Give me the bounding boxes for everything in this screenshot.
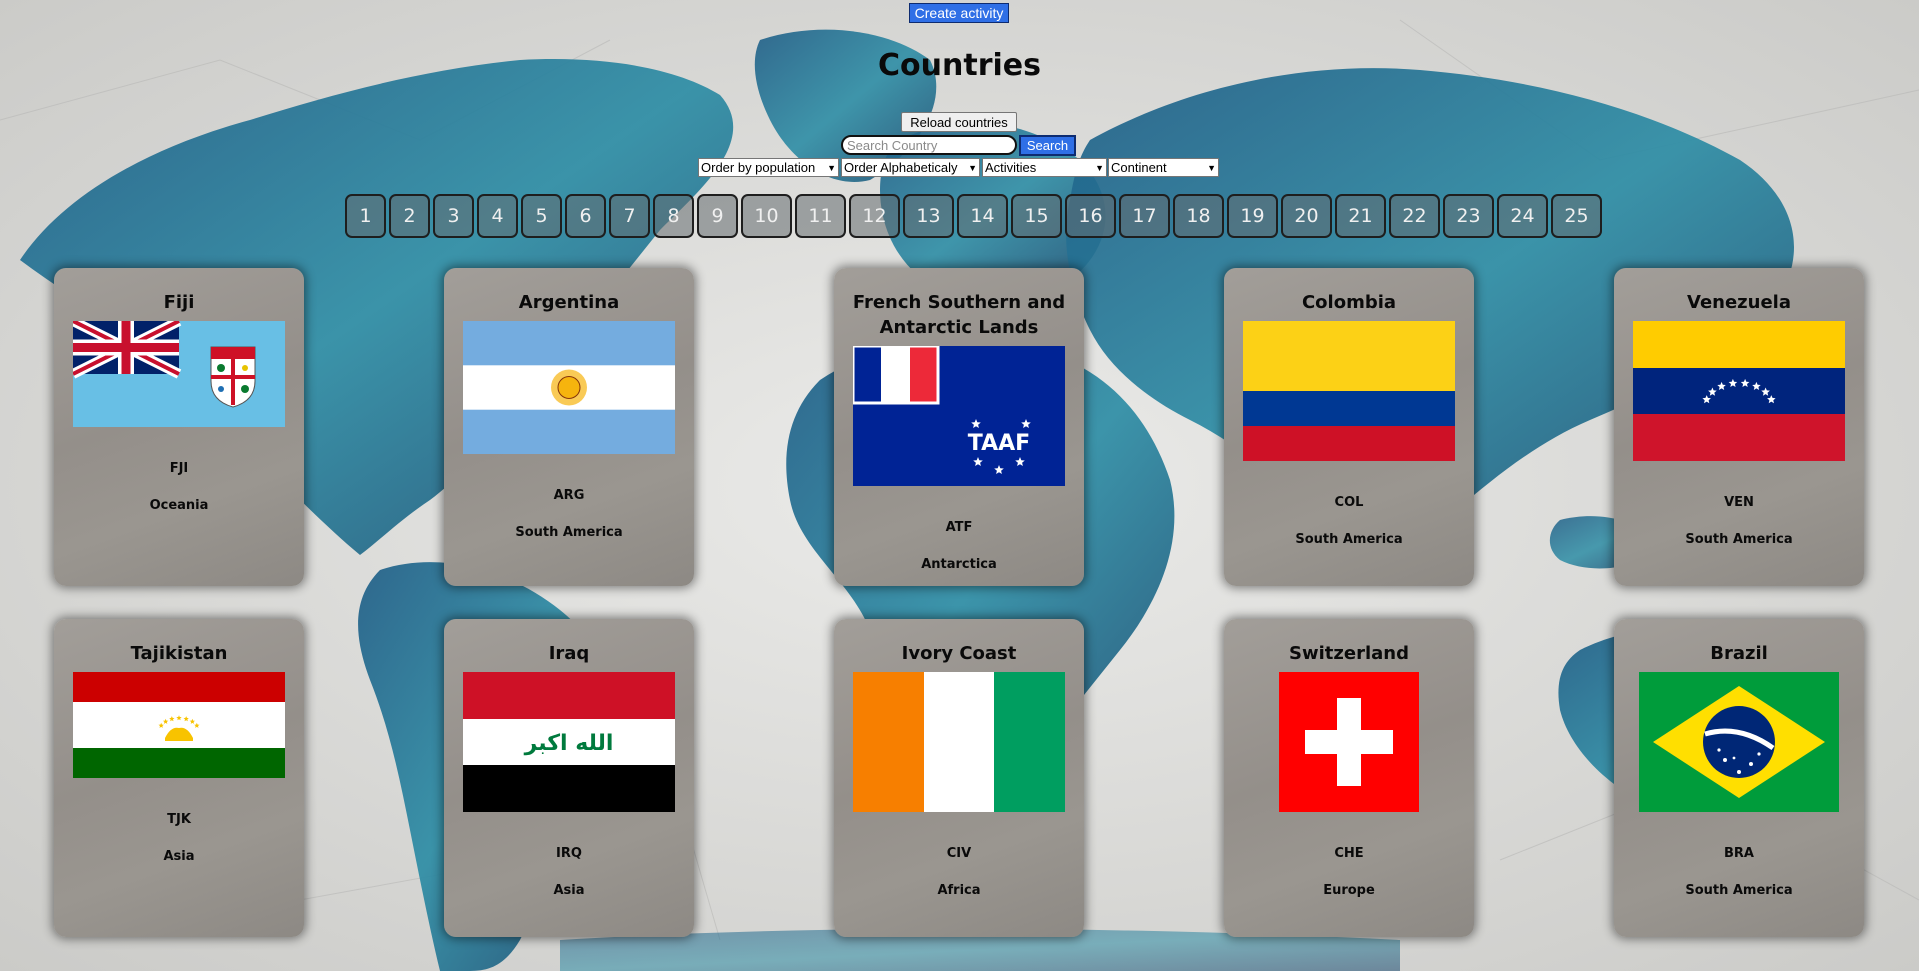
country-card[interactable]: Ivory Coast CIV Africa (834, 619, 1084, 937)
page-button[interactable]: 20 (1281, 194, 1332, 238)
order-alphabetically-value: Order Alphabeticaly (844, 160, 958, 175)
country-name: Iraq (548, 643, 590, 664)
country-code: CHE (1334, 846, 1364, 861)
activities-select[interactable]: Activities ▼ (982, 158, 1107, 177)
country-name: Ivory Coast (901, 643, 1017, 664)
page-button[interactable]: 12 (849, 194, 900, 238)
page-button[interactable]: 13 (903, 194, 954, 238)
chevron-down-icon: ▼ (1207, 162, 1216, 173)
pagination: 1 2 3 4 5 6 7 8 9 10 11 12 13 14 15 16 17 18 19 20 21 22 23 24 2… (345, 194, 1605, 238)
colombia-flag (1243, 321, 1455, 461)
country-continent: Europe (1323, 883, 1375, 898)
page-button[interactable]: 19 (1227, 194, 1278, 238)
country-name: Brazil (1710, 643, 1768, 664)
country-code: ATF (945, 520, 973, 535)
reload-countries-button[interactable]: Reload countries (901, 112, 1017, 132)
country-name: Tajikistan (130, 643, 228, 664)
country-code: ARG (553, 488, 585, 503)
country-name: Switzerland (1289, 643, 1409, 664)
order-by-population-select[interactable]: Order by population ▼ (698, 158, 839, 177)
create-activity-button[interactable]: Create activity (909, 3, 1009, 23)
page-button[interactable]: 6 (565, 194, 606, 238)
country-card[interactable]: Brazil BRA South America (1614, 619, 1864, 937)
order-alphabetically-select[interactable]: Order Alphabeticaly ▼ (841, 158, 980, 177)
search-input[interactable] (841, 135, 1017, 155)
country-continent: Asia (553, 883, 585, 898)
country-continent: South America (1295, 532, 1403, 547)
activities-value: Activities (985, 160, 1037, 175)
page-button[interactable]: 11 (795, 194, 846, 238)
continent-select[interactable]: Continent ▼ (1108, 158, 1219, 177)
page-button[interactable]: 5 (521, 194, 562, 238)
chevron-down-icon: ▼ (827, 162, 836, 173)
country-code: CIV (946, 846, 972, 861)
country-card[interactable]: Colombia COL South America (1224, 268, 1474, 586)
country-continent: Antarctica (921, 557, 997, 572)
country-name: Venezuela (1687, 292, 1791, 313)
country-code: BRA (1724, 846, 1754, 861)
page-button[interactable]: 23 (1443, 194, 1494, 238)
page-button[interactable]: 17 (1119, 194, 1170, 238)
order-by-population-value: Order by population (701, 160, 816, 175)
page-button[interactable]: 24 (1497, 194, 1548, 238)
country-name: Argentina (518, 292, 620, 313)
country-card[interactable]: Tajikistan TJK Asia (54, 619, 304, 937)
switzerland-flag (1279, 672, 1419, 812)
page-button[interactable]: 25 (1551, 194, 1602, 238)
page-button[interactable]: 8 (653, 194, 694, 238)
country-code: VEN (1724, 495, 1754, 510)
chevron-down-icon: ▼ (968, 162, 977, 173)
search-button[interactable]: Search (1019, 135, 1076, 156)
fiji-flag (70, 316, 285, 427)
page-button[interactable]: 10 (741, 194, 792, 238)
page-button[interactable]: 18 (1173, 194, 1224, 238)
country-continent: South America (1685, 883, 1793, 898)
country-card[interactable]: Iraq الله اكبر IRQ Asia (444, 619, 694, 937)
country-code: TJK (167, 812, 191, 827)
continent-value: Continent (1111, 160, 1167, 175)
page-button[interactable]: 21 (1335, 194, 1386, 238)
country-continent: Africa (937, 883, 981, 898)
page-button[interactable]: 22 (1389, 194, 1440, 238)
country-card[interactable]: French Southern and Antarctic Lands TAAF… (834, 268, 1084, 586)
country-continent: South America (1685, 532, 1793, 547)
page-button[interactable]: 14 (957, 194, 1008, 238)
venezuela-flag (1633, 321, 1845, 461)
page-title: Countries (878, 48, 1041, 83)
country-continent: South America (515, 525, 623, 540)
brazil-flag (1639, 672, 1839, 812)
tajikistan-flag (73, 672, 285, 778)
country-name: Colombia (1301, 292, 1397, 313)
svg-text:الله اكبر: الله اكبر (524, 731, 614, 756)
argentina-flag (463, 321, 675, 454)
ivory-coast-flag (853, 672, 1065, 812)
country-card[interactable]: Venezuela VEN South America (1614, 268, 1864, 586)
page-button[interactable]: 7 (609, 194, 650, 238)
country-name: Fiji (163, 292, 195, 313)
page-button[interactable]: 1 (345, 194, 386, 238)
page-button[interactable]: 16 (1065, 194, 1116, 238)
country-code: COL (1334, 495, 1364, 510)
french-southern-lands-flag: TAAF (851, 344, 1065, 486)
chevron-down-icon: ▼ (1095, 162, 1104, 173)
page-button[interactable]: 2 (389, 194, 430, 238)
country-code: FJI (169, 461, 189, 476)
country-card[interactable]: Switzerland CHE Europe (1224, 619, 1474, 937)
page-button[interactable]: 4 (477, 194, 518, 238)
country-code: IRQ (556, 846, 582, 861)
page-button[interactable]: 3 (433, 194, 474, 238)
country-continent: Asia (163, 849, 195, 864)
country-card[interactable]: Fiji FJI Oceania (54, 268, 304, 586)
page-button[interactable]: 9 (697, 194, 738, 238)
page-button[interactable]: 15 (1011, 194, 1062, 238)
countries-page: Create activity Countries Reload countri… (0, 0, 1919, 971)
svg-text:TAAF: TAAF (968, 431, 1030, 456)
country-continent: Oceania (149, 498, 209, 513)
iraq-flag: الله اكبر (463, 672, 675, 812)
country-card[interactable]: Argentina ARG South America (444, 268, 694, 586)
country-name: French Southern and Antarctic Lands (852, 292, 1066, 338)
